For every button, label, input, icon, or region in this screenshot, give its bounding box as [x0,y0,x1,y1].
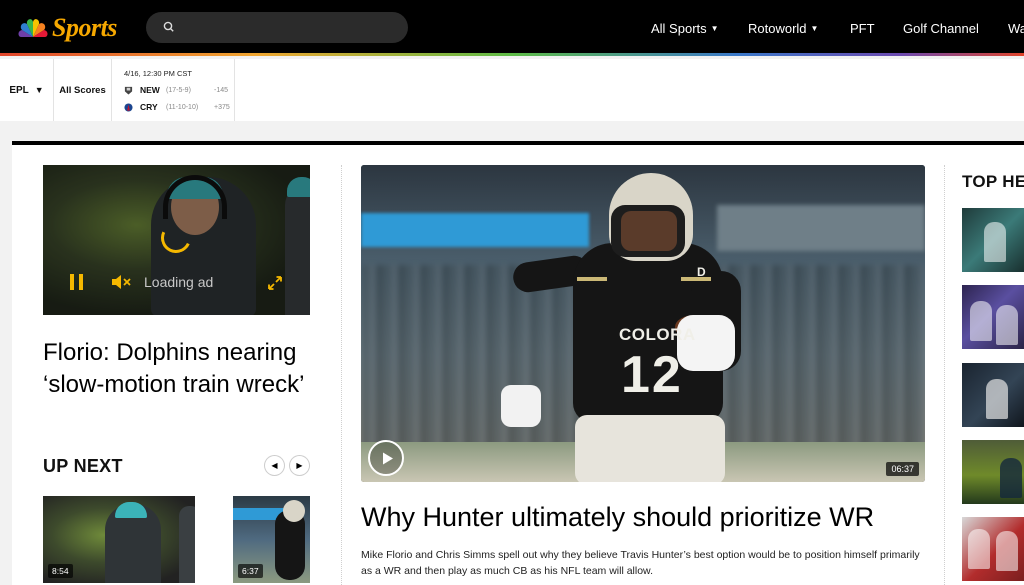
hero-stadium-banner [361,213,589,247]
main-content: Loading ad Florio: Dolphins nearing ‘slo… [12,141,1024,585]
up-next-video-thumbnail[interactable]: 6:37 [233,496,310,583]
nav-golf-channel[interactable]: Golf Channel [903,21,979,36]
play-icon [383,452,393,465]
scores-strip: EPL ▼ All Scores 4/16, 12:30 PM CST NEW … [0,59,1024,121]
hero-stadium-sign [717,205,925,251]
top-headlines-heading: TOP HE [962,172,1024,191]
headline-thumbnail[interactable] [962,363,1024,427]
newcastle-crest-icon [124,86,133,95]
player-face [621,211,677,251]
player-left-glove [501,385,541,427]
thumbnail-background-person [179,506,195,583]
team-record: (17-5-9) [166,86,191,94]
thumbnail-figure [970,301,992,341]
search-input[interactable] [146,12,408,43]
team-abbr: NEW [140,85,160,95]
game-time: 4/16, 12:30 PM CST [124,69,192,78]
jersey-number: 12 [621,346,683,404]
chevron-left-icon: ◀ [271,461,278,470]
crystal-palace-crest-icon [124,102,133,112]
score-row-home: NEW (17-5-9) -145 [124,84,232,96]
team-odds: -145 [214,86,229,94]
search-icon [163,21,174,32]
thumbnail-player-helmet [283,500,305,522]
all-scores-label: All Scores [59,84,106,96]
carousel-prev-button[interactable]: ◀ [265,456,284,475]
headline-thumbnail[interactable] [962,208,1024,272]
thumbnail-figure [968,529,990,569]
team-record: (11-10-10) [166,103,199,111]
ad-loading-text: Loading ad [144,274,214,290]
thumbnail-figure [984,222,1006,262]
team-odds: +375 [214,103,230,111]
play-button[interactable] [368,440,404,476]
nav-rotoworld[interactable]: Rotoworld ▼ [748,21,818,36]
nav-all-sports[interactable]: All Sports ▼ [651,21,719,36]
headline-thumbnail[interactable] [962,440,1024,504]
up-next-heading: UP NEXT [43,456,123,476]
video-duration-badge: 6:37 [238,564,263,578]
column-divider [341,165,342,585]
score-row-away: CRY (11-10-10) +375 [124,101,232,113]
score-card[interactable]: 4/16, 12:30 PM CST NEW (17-5-9) -145 CRY… [112,59,235,121]
up-next-video-thumbnail[interactable]: 8:54 [43,496,195,583]
expand-icon[interactable] [266,274,284,292]
headline-thumbnail[interactable] [962,285,1024,349]
video-headline-link[interactable]: Florio: Dolphins nearing ‘slow-motion tr… [43,337,313,401]
jersey-letter: D [697,265,706,279]
jersey-stripe [681,277,711,281]
nav-overflow-label: Wa [1008,20,1024,36]
mute-icon[interactable] [111,274,133,290]
nav-pft[interactable]: PFT [850,21,875,36]
pause-icon[interactable] [70,274,84,290]
brand-wordmark: Sports [52,13,117,42]
peacock-icon [18,19,48,37]
thumbnail-figure [996,531,1018,571]
caret-down-icon: ▼ [810,23,819,33]
jersey-wordmark: COLORA [619,325,696,344]
video-player[interactable]: Loading ad [43,165,310,315]
caret-down-icon: ▼ [710,23,719,33]
all-scores-link[interactable]: All Scores [54,59,112,121]
carousel-next-button[interactable]: ▶ [290,456,309,475]
nbc-sports-logo[interactable]: Sports [18,13,117,43]
nav-all-sports-label: All Sports [651,20,707,36]
nav-golf-channel-label: Golf Channel [903,20,979,36]
caret-down-icon: ▼ [34,85,44,95]
main-headline-link[interactable]: Why Hunter ultimately should prioritize … [361,500,931,534]
brand-gradient-bar [0,53,1024,56]
thumbnail-figure [986,379,1008,419]
nav-rotoworld-label: Rotoworld [748,20,807,36]
headline-thumbnail[interactable] [962,517,1024,581]
team-abbr: CRY [140,102,158,112]
player-pants [575,415,725,482]
nav-pft-label: PFT [850,20,875,36]
league-selector[interactable]: EPL ▼ [0,59,54,121]
video-duration-badge: 8:54 [48,564,73,578]
league-label: EPL [9,84,29,96]
hero-video[interactable]: D COLORA 12 06:37 [361,165,925,482]
nav-overflow-item[interactable]: Wa [1008,21,1024,36]
column-divider [944,165,945,585]
thumbnail-figure [1000,458,1022,498]
article-summary: Mike Florio and Chris Simms spell out wh… [361,549,920,577]
video-duration-badge: 06:37 [886,462,919,476]
chevron-right-icon: ▶ [296,461,303,470]
top-navigation-bar: Sports All Sports ▼ Rotoworld ▼ PFT Golf… [0,0,1024,56]
thumbnail-figure [996,305,1018,345]
jersey-stripe [577,277,607,281]
